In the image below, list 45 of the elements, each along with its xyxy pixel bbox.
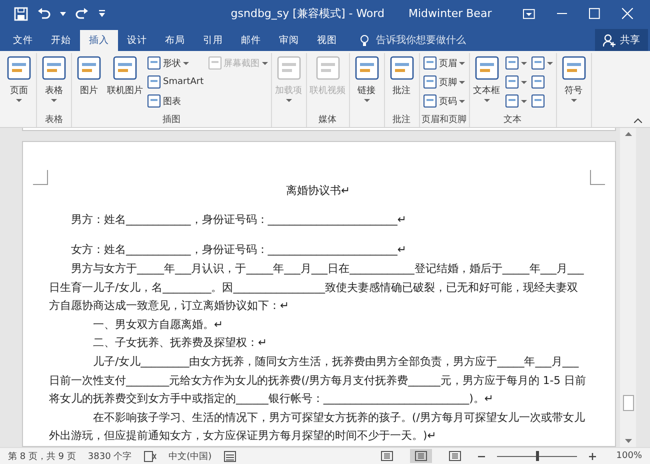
user-name: Midwinter Bear bbox=[408, 7, 492, 20]
document-paragraph: 儿子/女儿_________由女方抚养，随同女方生活，抚养费由男方全部负责，男方应于_____年___月___日前一次性支付________元给女方作为女儿的抚养费(/男方每月支付抚养费______元，男方应于每月的 1-5 日前将女儿的抚养费交到女方手中或指定的______银行帐号：___________________________)。↵ bbox=[49, 354, 587, 408]
ribbon-tab[interactable]: 审阅 bbox=[270, 30, 308, 51]
ribbon-tab[interactable]: 设计 bbox=[118, 30, 156, 51]
group-label: 插图 bbox=[162, 114, 180, 127]
document-paragraph: 女方：姓名____________，身份证号码：________________________↵ bbox=[70, 242, 408, 258]
ribbon-button[interactable]: 页眉 bbox=[422, 54, 466, 72]
share-button[interactable]: 共享 bbox=[595, 29, 648, 51]
document-paragraph: 二、子女抚养、抚养费及探望权：↵ bbox=[92, 335, 268, 352]
document-paragraph: 离婚协议书↵ bbox=[284, 183, 352, 200]
ribbon-button[interactable]: 链接 bbox=[352, 53, 382, 103]
ribbon-tab[interactable]: 视图 bbox=[308, 30, 346, 51]
ribbon-button[interactable]: SmartArt bbox=[146, 73, 205, 91]
group-label: 媒体 bbox=[318, 114, 337, 127]
group-label: 表格 bbox=[45, 114, 63, 127]
language-indicator[interactable]: 中文(中国) bbox=[168, 450, 212, 462]
window-title: gsndbg_sy [兼容模式] - Word bbox=[230, 6, 384, 21]
group-label: 页眉和页脚 bbox=[422, 114, 467, 127]
ribbon-button[interactable]: 表格 bbox=[39, 53, 69, 103]
document-paragraph: 在不影响孩子学习、生活的情况下，男方可探望女方抚养的孩子。(/男方每月可探望女儿一次或带女儿外出游玩，但应提前通知女方，女方应保证男方每月探望的时间不少于一天。)↵ bbox=[49, 410, 586, 444]
ribbon-button[interactable]: 符号 bbox=[558, 53, 589, 103]
ribbon-tab[interactable]: 开始 bbox=[42, 30, 80, 51]
ribbon-button[interactable]: 页面 bbox=[4, 53, 34, 103]
ribbon-button[interactable]: 文本框 bbox=[472, 53, 502, 103]
ribbon-button[interactable]: 图表 bbox=[146, 92, 205, 110]
group-label: 批注 bbox=[392, 114, 411, 127]
document-paragraph: 一、男女双方自愿离婚。↵ bbox=[92, 316, 224, 333]
ribbon-button[interactable]: 页码 bbox=[422, 92, 466, 110]
ribbon-button[interactable]: 图片 bbox=[74, 53, 104, 98]
ribbon-tab[interactable]: 布局 bbox=[156, 30, 194, 51]
document-paragraph: 男方与女方于_____年___月认识，于_____年___月___日在____________登记结婚，婚后于_____年___月___日生育一儿子/女儿，名_________。因_________________致使夫妻感情确已破裂，已无和好可能，现经夫妻双方自愿协商达成一致意见，订立离婚协议如下：↵ bbox=[49, 261, 585, 314]
word-count[interactable]: 3830 个字 bbox=[88, 450, 132, 462]
ribbon-tab[interactable]: 引用 bbox=[194, 30, 232, 51]
ribbon-button[interactable]: 页脚 bbox=[422, 73, 466, 91]
ribbon-button[interactable]: 形状 bbox=[146, 54, 205, 72]
ribbon-tab[interactable]: 邮件 bbox=[232, 30, 270, 51]
group-label: 文本 bbox=[504, 114, 522, 127]
ribbon-tab[interactable]: 文件 bbox=[4, 30, 42, 51]
zoom-level[interactable]: 100% bbox=[616, 451, 642, 461]
document-paragraph: 男方：姓名____________，身份证号码：________________________↵ bbox=[70, 212, 408, 228]
ribbon-button[interactable]: 批注 bbox=[386, 53, 417, 98]
ribbon-button[interactable]: 联机图片 bbox=[106, 53, 144, 98]
ribbon-tab[interactable]: 插入 bbox=[80, 30, 118, 51]
page-count[interactable]: 第 8 页，共 9 页 bbox=[8, 450, 76, 462]
tell-me-field[interactable]: 告诉我你想要做什么 bbox=[360, 30, 488, 51]
